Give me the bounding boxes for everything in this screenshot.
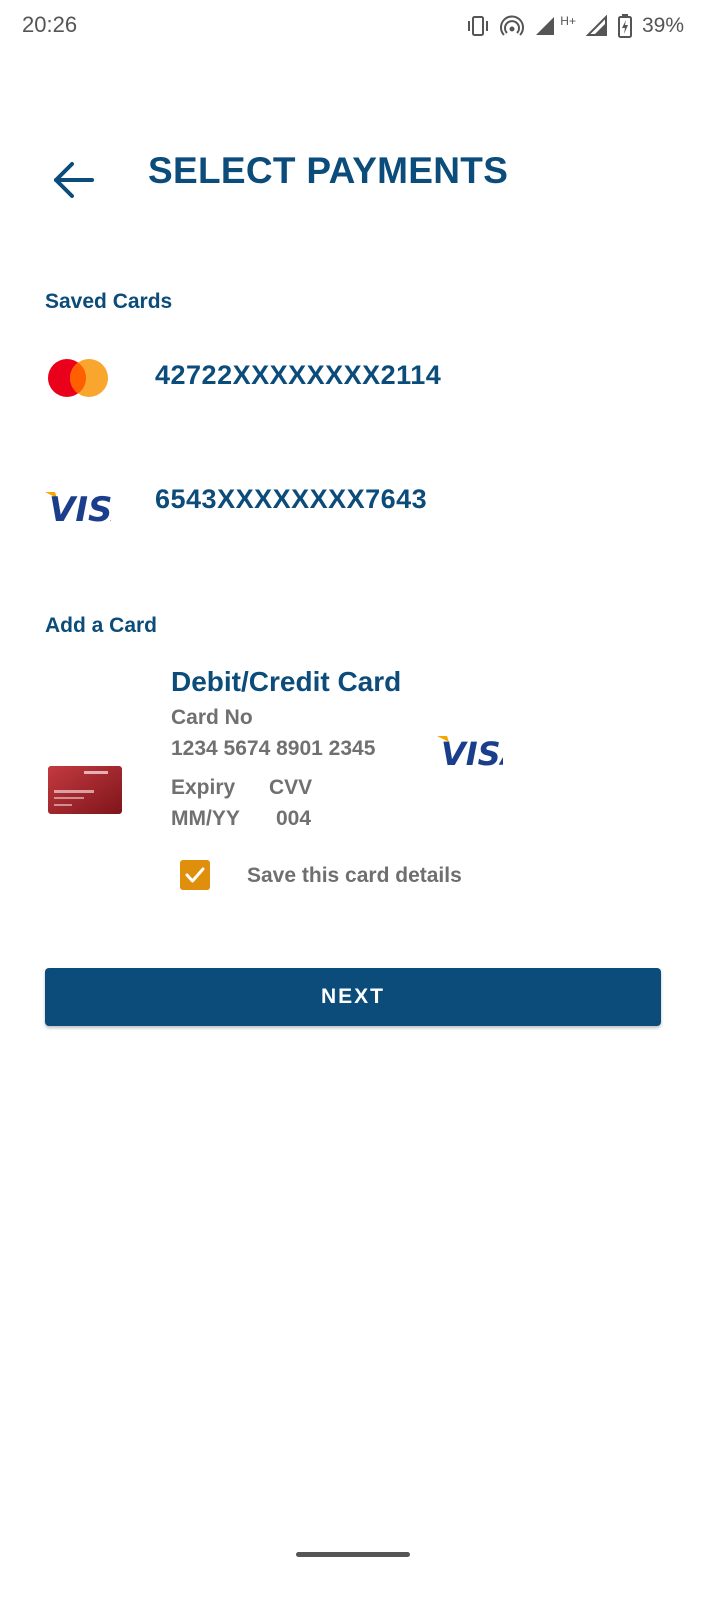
next-button[interactable]: NEXT bbox=[45, 968, 661, 1026]
saved-card-mastercard[interactable]: 42722XXXXXXXX2114 bbox=[45, 348, 675, 408]
signal-icon bbox=[534, 15, 556, 37]
status-bar: 20:26 H+ 39% bbox=[0, 0, 720, 52]
saved-card-number: 6543XXXXXXXX7643 bbox=[155, 484, 428, 514]
saved-cards-heading: Saved Cards bbox=[45, 290, 173, 313]
save-card-checkbox[interactable] bbox=[180, 860, 210, 890]
status-time: 20:26 bbox=[22, 12, 78, 37]
app-header: SELECT PAYMENTS bbox=[0, 140, 720, 204]
hotspot-icon bbox=[500, 15, 525, 37]
checkmark-icon bbox=[185, 867, 205, 883]
card-no-label: Card No bbox=[171, 706, 253, 729]
card-no-field[interactable]: 1234 5674 8901 2345 bbox=[171, 737, 375, 761]
signal-icon bbox=[585, 15, 608, 37]
credit-card-icon[interactable] bbox=[48, 766, 122, 814]
saved-card-visa[interactable]: VISA 6543XXXXXXXX7643 bbox=[45, 472, 675, 532]
save-card-label: Save this card details bbox=[247, 864, 462, 887]
battery-percent: 39% bbox=[641, 14, 684, 37]
vibrate-icon bbox=[466, 15, 490, 37]
visa-icon: VISA bbox=[45, 490, 111, 526]
arrow-left-icon bbox=[54, 162, 94, 198]
card-type-title: Debit/Credit Card bbox=[171, 666, 402, 697]
add-card-heading: Add a Card bbox=[45, 614, 158, 637]
svg-text:VISA: VISA bbox=[441, 735, 503, 768]
expiry-field[interactable]: MM/YY bbox=[171, 807, 240, 831]
home-indicator[interactable] bbox=[296, 1552, 410, 1557]
network-type: H+ bbox=[560, 14, 576, 28]
visa-icon: VISA bbox=[437, 735, 503, 768]
status-icons: H+ 39% bbox=[466, 12, 684, 40]
saved-card-number: 42722XXXXXXXX2114 bbox=[155, 360, 442, 390]
mastercard-icon bbox=[48, 359, 108, 397]
cvv-field[interactable]: 004 bbox=[276, 807, 311, 831]
back-button[interactable] bbox=[48, 148, 100, 200]
cvv-label: CVV bbox=[269, 776, 313, 799]
add-card-form: Debit/Credit Card Card No 1234 5674 8901… bbox=[45, 660, 675, 860]
svg-text:VISA: VISA bbox=[49, 490, 111, 526]
expiry-label: Expiry bbox=[171, 776, 236, 799]
page-title: SELECT PAYMENTS bbox=[148, 150, 509, 191]
battery-charging-icon bbox=[617, 14, 632, 38]
